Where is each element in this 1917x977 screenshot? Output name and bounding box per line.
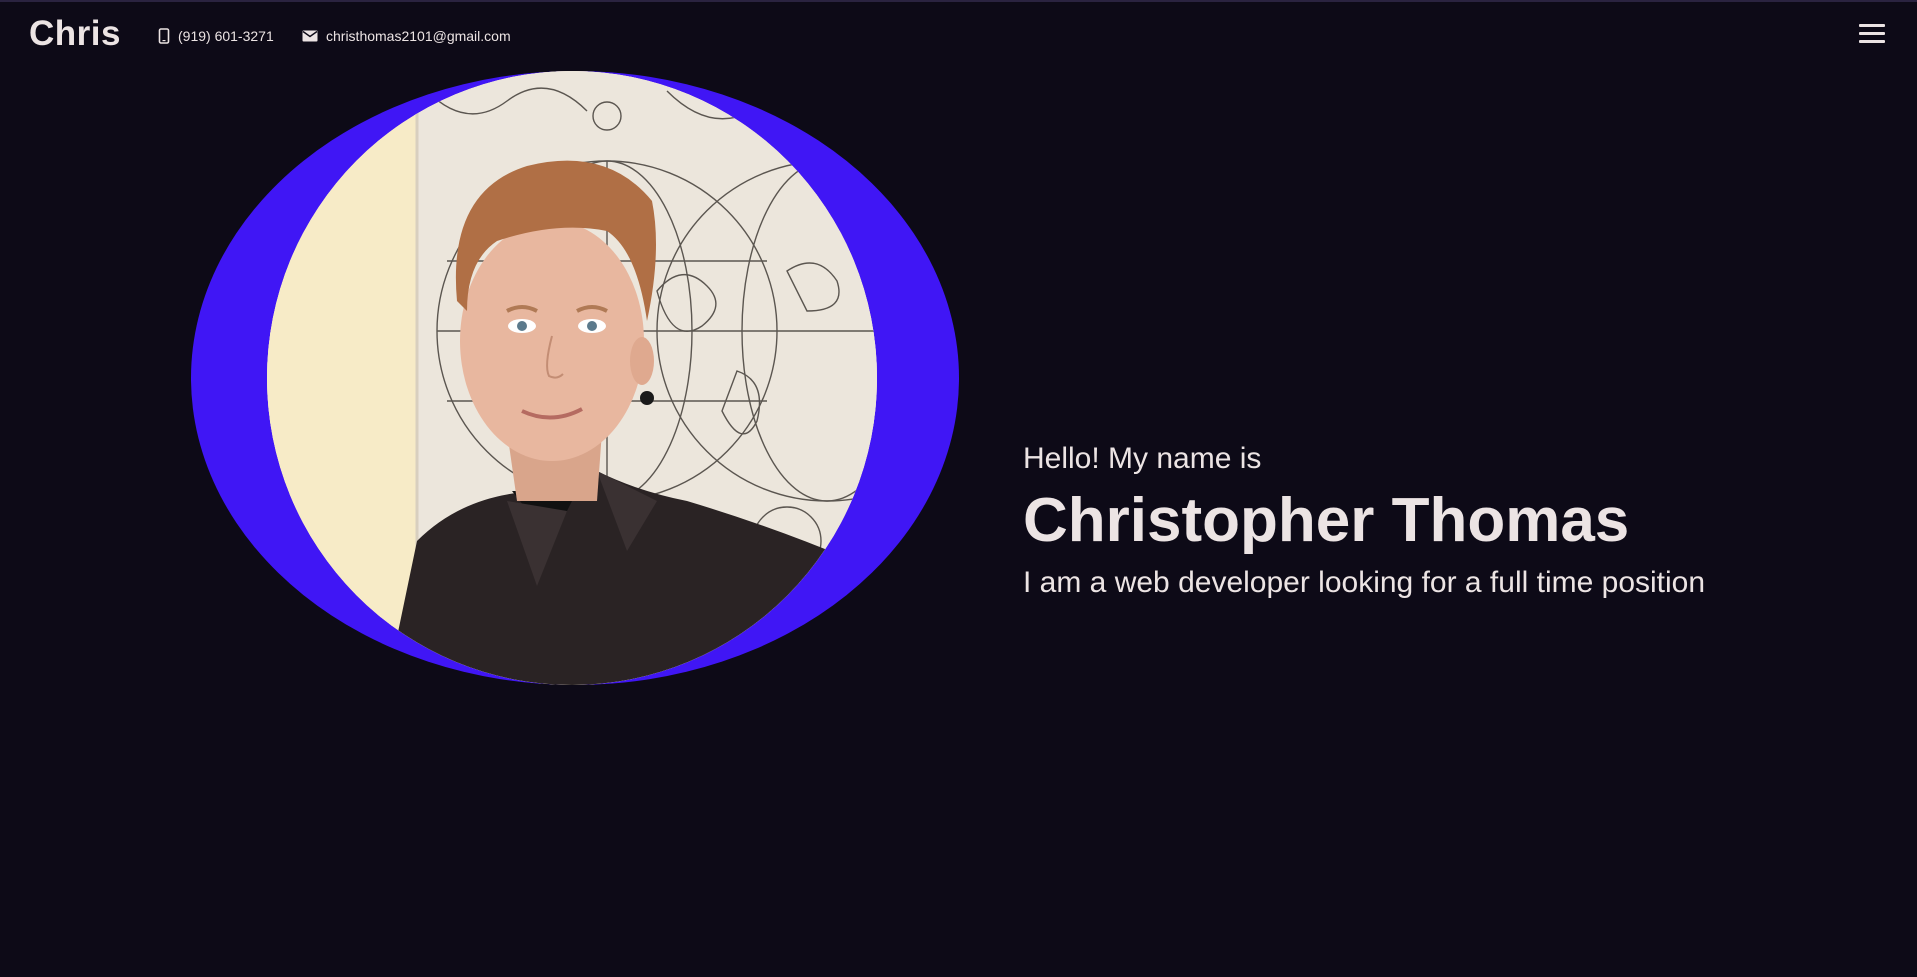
hero-tagline: I am a web developer looking for a full …: [1023, 566, 1706, 599]
phone-icon: [158, 28, 170, 44]
site-header: Chris (919) 601-3271 christhomas2101@gma…: [0, 0, 1917, 76]
profile-photo: [267, 71, 877, 685]
hero-name: Christopher Thomas: [1023, 486, 1630, 555]
email-contact[interactable]: christhomas2101@gmail.com: [302, 28, 511, 44]
hamburger-menu-icon[interactable]: [1857, 24, 1887, 46]
hero-greeting: Hello! My name is: [1023, 442, 1262, 475]
envelope-icon: [302, 30, 318, 42]
brand-logo[interactable]: Chris: [29, 14, 121, 54]
profile-portrait: [191, 71, 959, 685]
phone-contact[interactable]: (919) 601-3271: [158, 28, 274, 44]
email-address: christhomas2101@gmail.com: [326, 28, 511, 44]
phone-number: (919) 601-3271: [178, 28, 274, 44]
hero-intro: Hello! My name is Christopher Thomas I a…: [1023, 438, 1883, 606]
